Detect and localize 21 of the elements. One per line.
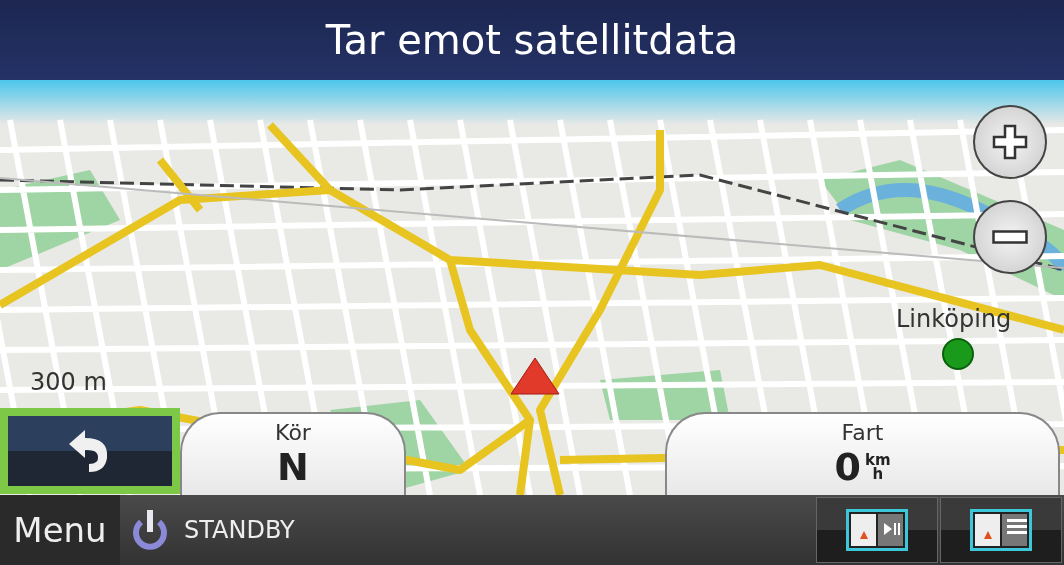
city-label: Linköping bbox=[896, 305, 1012, 333]
position-arrow-icon bbox=[510, 357, 560, 395]
panel-value: 0 bbox=[834, 445, 861, 489]
panel-label: Fart bbox=[841, 420, 884, 445]
plus-icon bbox=[992, 124, 1028, 160]
map-list-icon bbox=[970, 509, 1032, 551]
panel-value: N bbox=[277, 445, 309, 489]
power-icon[interactable] bbox=[130, 508, 170, 552]
view-button[interactable] bbox=[816, 497, 938, 563]
panel-label: Kör bbox=[275, 420, 311, 445]
back-button[interactable] bbox=[8, 416, 172, 486]
menu-button[interactable]: Menu bbox=[0, 495, 120, 565]
unit-numerator: km bbox=[864, 453, 891, 467]
unit-denominator: h bbox=[872, 467, 884, 481]
minus-icon bbox=[992, 230, 1028, 244]
map-play-pause-icon bbox=[846, 509, 908, 551]
view-button[interactable] bbox=[940, 497, 1062, 563]
screen-title: Tar emot satellitdata bbox=[325, 17, 739, 63]
status-text: STANDBY bbox=[184, 516, 296, 544]
map-scale: 300 m bbox=[30, 368, 107, 396]
city-marker bbox=[942, 338, 974, 370]
